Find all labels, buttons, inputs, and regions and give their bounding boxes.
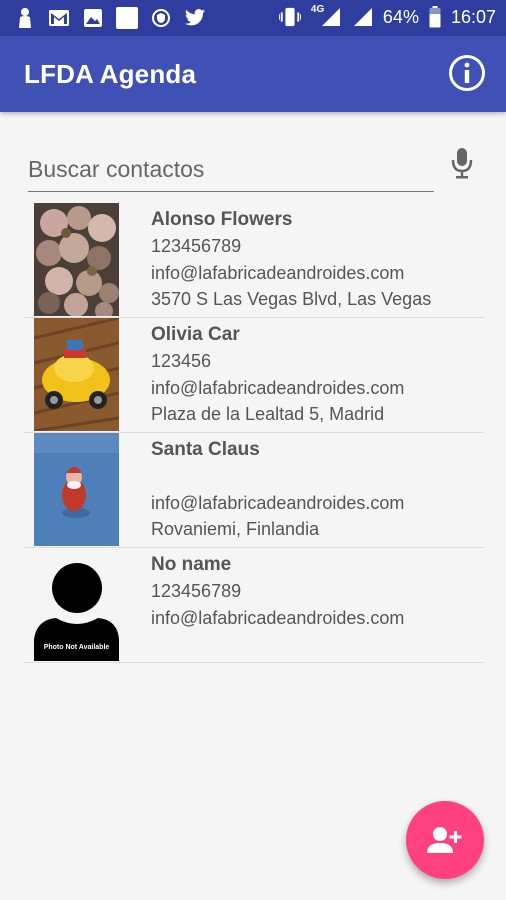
contact-row[interactable]: Santa Claus info@lafabricadeandroides.co… <box>24 433 484 548</box>
shield-icon <box>150 7 172 29</box>
contact-row[interactable]: Alonso Flowers 123456789 info@lafabricad… <box>24 203 484 318</box>
contact-phone: 123456789 <box>151 581 242 601</box>
contact-photo <box>34 433 119 546</box>
mic-icon <box>451 148 473 179</box>
vibrate-icon <box>278 6 301 28</box>
contact-list: Alonso Flowers 123456789 info@lafabricad… <box>24 203 484 663</box>
app-bar: LFDA Agenda <box>0 36 506 112</box>
contact-email: info@lafabricadeandroides.com <box>151 607 405 628</box>
add-contact-icon <box>427 827 462 853</box>
contact-photo <box>34 203 119 316</box>
system-indicators: 4G 64% 16:07 <box>278 4 496 28</box>
contact-email: info@lafabricadeandroides.com <box>151 262 405 283</box>
contact-name: Alonso Flowers <box>151 209 293 230</box>
contact-address: Plaza de la Lealtad 5, Madrid <box>151 404 385 424</box>
contact-email: info@lafabricadeandroides.com <box>151 492 405 513</box>
battery-percent: 64% <box>382 6 419 27</box>
notification-icons <box>14 7 206 29</box>
info-button[interactable] <box>448 54 486 92</box>
signal-icon: 4G <box>310 4 341 28</box>
contact-address <box>151 631 404 658</box>
twitter-icon <box>184 7 206 29</box>
info-icon <box>449 55 485 91</box>
status-bar: 4G 64% 16:07 <box>0 0 506 36</box>
square-icon <box>116 7 138 29</box>
person-icon <box>14 7 36 29</box>
photo-not-available-label: Photo Not Available <box>43 644 110 651</box>
contact-email: info@lafabricadeandroides.com <box>151 377 405 398</box>
contact-phone <box>151 463 404 490</box>
contact-phone: 123456 <box>151 351 212 371</box>
image-icon <box>82 7 104 29</box>
battery-icon <box>429 6 441 28</box>
contact-name: Olivia Car <box>151 324 240 345</box>
add-contact-button[interactable] <box>406 801 484 879</box>
contact-photo: Photo Not Available <box>34 548 119 661</box>
contact-row[interactable]: Photo Not Available No name 123456789 in… <box>24 548 484 663</box>
contact-address: 3570 S Las Vegas Blvd, Las Vegas <box>151 289 432 309</box>
contact-phone: 123456789 <box>151 236 242 256</box>
app-title: LFDA Agenda <box>24 59 197 89</box>
contact-photo <box>34 318 119 431</box>
search-field[interactable] <box>28 150 434 192</box>
voice-search-button[interactable] <box>450 146 474 182</box>
contact-row[interactable]: Olivia Car 123456 info@lafabricadeandroi… <box>24 318 484 433</box>
contact-name: Santa Claus <box>151 439 260 460</box>
search-input[interactable] <box>28 150 434 188</box>
contact-address: Rovaniemi, Finlandia <box>151 519 320 539</box>
network-type-label: 4G <box>310 4 325 15</box>
signal-icon <box>351 6 373 28</box>
gmail-icon <box>48 7 70 29</box>
contact-name: No name <box>151 554 232 575</box>
clock: 16:07 <box>450 6 496 27</box>
